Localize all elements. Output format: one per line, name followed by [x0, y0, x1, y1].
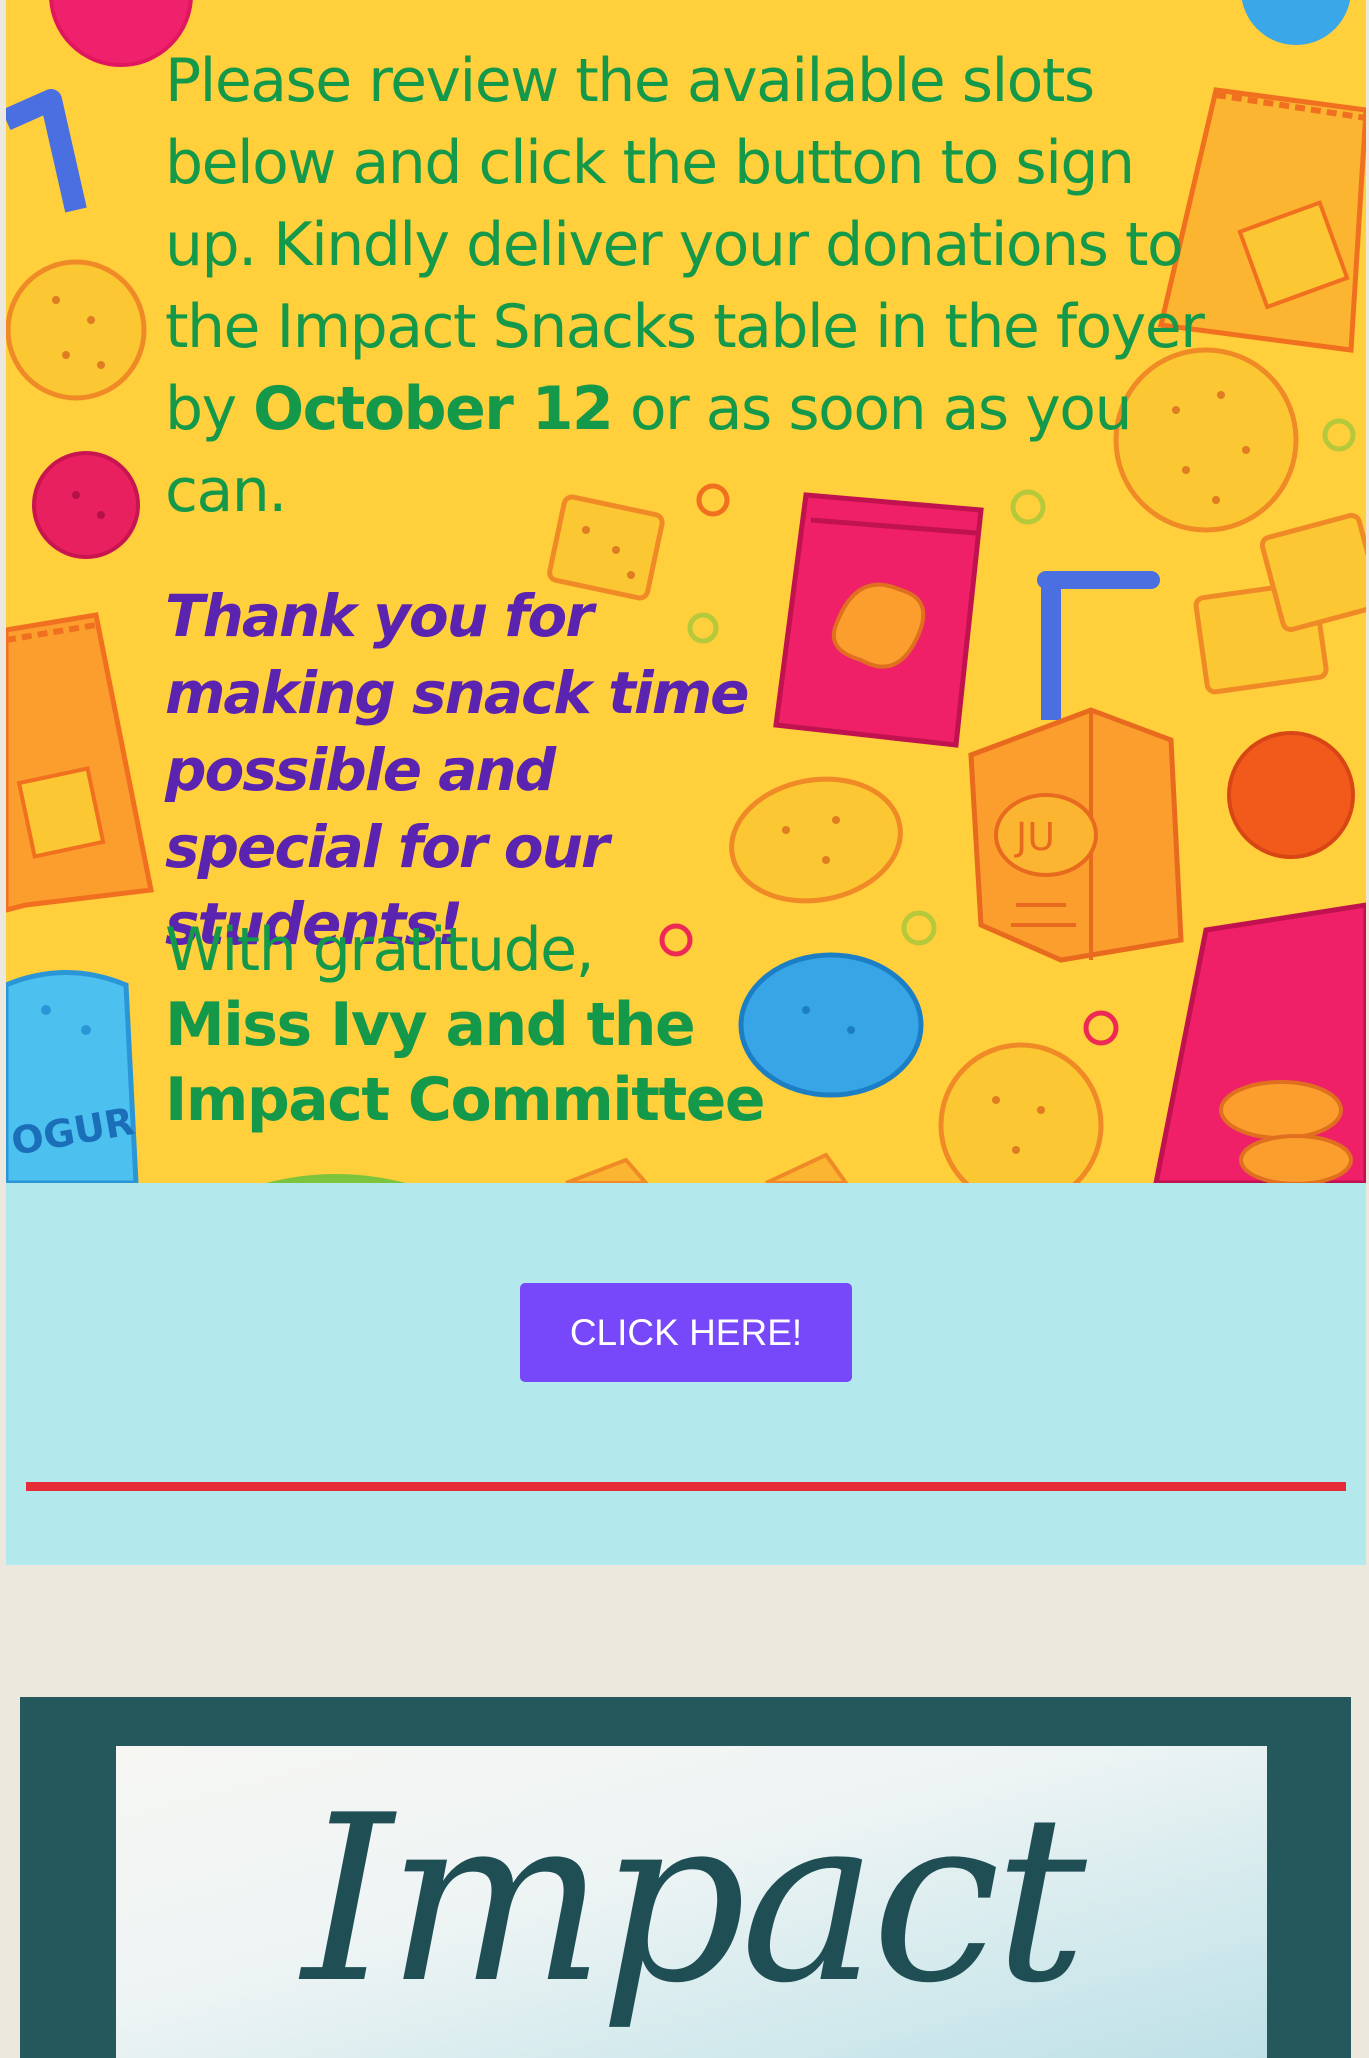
- red-chip-bag: [773, 492, 984, 748]
- bottom-green-snack: [266, 1174, 406, 1183]
- green-ring-3: [1322, 418, 1356, 452]
- red-divider: [26, 1482, 1346, 1491]
- click-here-button[interactable]: CLICK HERE!: [520, 1283, 852, 1382]
- juice-box-label: JU: [1014, 815, 1055, 859]
- left-red-candy: [32, 451, 140, 559]
- bottom-cookie: [938, 1042, 1104, 1183]
- impact-script-word: Impact: [302, 1767, 1087, 2034]
- pink-ring-2: [1083, 1010, 1119, 1046]
- green-ring-4: [901, 910, 937, 946]
- impact-banner: Impact: [20, 1697, 1351, 2058]
- juice-box: [968, 571, 1184, 963]
- left-chip-bag: [6, 612, 154, 913]
- impact-panel: Impact: [116, 1746, 1267, 2058]
- left-straw: [6, 89, 87, 213]
- pink-snack-bag: [1153, 902, 1366, 1183]
- snack-flyer: OGUR JU Please review the available slot…: [6, 0, 1366, 1183]
- signature-line-2: Impact Committee: [165, 1065, 766, 1135]
- right-crackers: [1193, 512, 1366, 695]
- cta-band: CLICK HERE!: [6, 1183, 1366, 1565]
- signature-line-1: Miss Ivy and the: [165, 990, 696, 1060]
- closing-line: With gratitude,: [165, 915, 595, 985]
- bottom-cracker: [565, 1157, 649, 1183]
- top-blue-circle: [1241, 0, 1351, 45]
- left-cookie: [6, 259, 147, 401]
- bottom-cracker-2: [765, 1152, 849, 1183]
- orange-circle: [1227, 731, 1355, 859]
- instructions-text: Please review the available slots below …: [165, 40, 1205, 532]
- sign-off: With gratitude, Miss Ivy and the Impact …: [165, 913, 865, 1138]
- deadline-date: October 12: [253, 374, 614, 444]
- thank-you-text: Thank you for making snack time possible…: [165, 582, 750, 958]
